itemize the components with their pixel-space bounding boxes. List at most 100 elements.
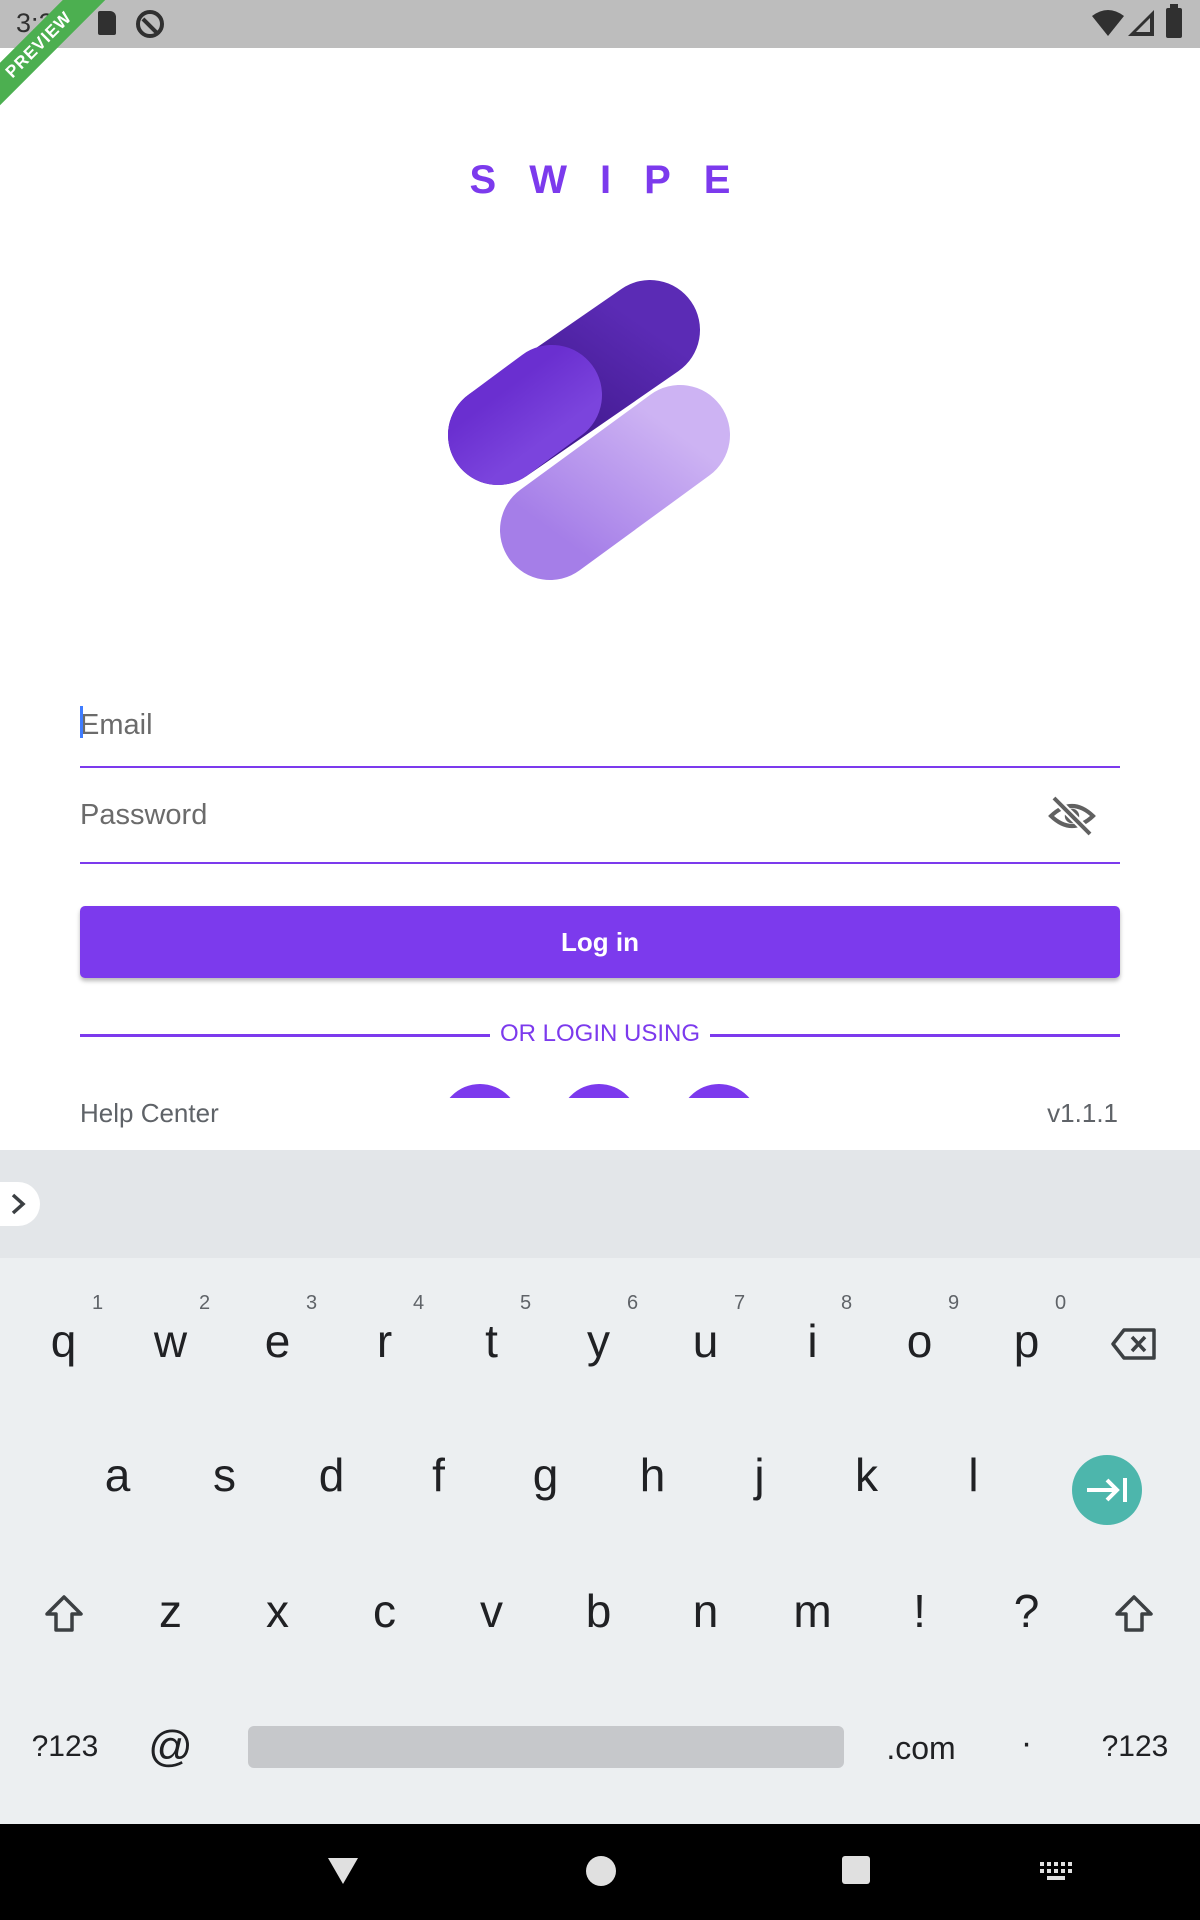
key-s[interactable]: s (171, 1418, 278, 1528)
email-field[interactable] (80, 690, 1120, 768)
home-icon[interactable] (586, 1856, 616, 1886)
key-label: e (264, 1315, 291, 1367)
key-label: k (855, 1449, 878, 1501)
symbols-key[interactable]: ?123 (1080, 1690, 1190, 1800)
key-at[interactable]: @ (117, 1690, 224, 1800)
key-m[interactable]: m (759, 1554, 866, 1664)
or-login-using-label: OR LOGIN USING (499, 1020, 701, 1047)
password-input[interactable] (80, 790, 1040, 840)
key-v[interactable]: v (438, 1554, 545, 1664)
key-f[interactable]: f (385, 1418, 492, 1528)
battery-icon (1166, 4, 1182, 38)
social-login-button[interactable] (440, 1084, 520, 1098)
key-label: f (432, 1449, 445, 1501)
key-label: t (485, 1315, 498, 1367)
shift-right-key[interactable] (1080, 1554, 1187, 1664)
key-label: u (692, 1315, 719, 1367)
keyboard-suggestion-strip (0, 1150, 1200, 1258)
email-input[interactable] (80, 700, 1040, 750)
key-hint: 8 (841, 1292, 853, 1314)
key-label: h (639, 1449, 666, 1501)
key-hint: 5 (520, 1292, 532, 1314)
social-login-row (400, 1080, 820, 1098)
key-label: s (213, 1449, 236, 1501)
key-label: ! (913, 1585, 926, 1637)
sd-card-icon (98, 11, 116, 35)
key-j[interactable]: j (706, 1418, 813, 1528)
key-k[interactable]: k (813, 1418, 920, 1528)
key-z[interactable]: z (117, 1554, 224, 1664)
key-label: i (807, 1315, 818, 1367)
key-g[interactable]: g (492, 1418, 599, 1528)
eye-off-icon[interactable] (1048, 792, 1096, 840)
backspace-icon (1111, 1328, 1156, 1360)
keyboard-switch-icon[interactable] (1040, 1862, 1074, 1882)
key-label: ?123 (1101, 1730, 1169, 1763)
key-t[interactable]: 5t (438, 1284, 545, 1394)
tab-next-icon (1087, 1478, 1127, 1502)
backspace-key[interactable] (1080, 1284, 1187, 1394)
social-login-button[interactable] (679, 1084, 759, 1098)
swipe-logo-icon (448, 280, 730, 580)
key-hint: 9 (948, 1292, 960, 1314)
social-login-button[interactable] (559, 1084, 639, 1098)
divider-left (80, 1034, 490, 1037)
key-c[interactable]: c (331, 1554, 438, 1664)
key-i[interactable]: 8i (759, 1284, 866, 1394)
key-label: x (266, 1585, 289, 1637)
key-label: o (906, 1315, 933, 1367)
next-field-key[interactable] (1072, 1455, 1142, 1525)
key-x[interactable]: x (224, 1554, 331, 1664)
signal-icon (1128, 10, 1154, 36)
key-label: .com (886, 1730, 956, 1766)
password-field[interactable] (80, 780, 1120, 864)
key-hint: 2 (199, 1292, 211, 1314)
status-bar: 3:26 (0, 0, 1200, 48)
space-bar[interactable] (248, 1726, 844, 1768)
symbols-key[interactable]: ?123 (10, 1690, 120, 1800)
key-a[interactable]: a (64, 1418, 171, 1528)
key-w[interactable]: 2w (117, 1284, 224, 1394)
key-label: v (480, 1585, 503, 1637)
chevron-right-icon (11, 1193, 26, 1215)
login-button[interactable]: Log in (80, 906, 1120, 978)
key-hint: 0 (1055, 1292, 1067, 1314)
key-o[interactable]: 9o (866, 1284, 973, 1394)
key-hint: 3 (306, 1292, 318, 1314)
key-p[interactable]: 0p (973, 1284, 1080, 1394)
wifi-icon (1092, 10, 1124, 36)
key-label: @ (148, 1722, 193, 1771)
key-label: j (754, 1449, 765, 1501)
key-l[interactable]: l (920, 1418, 1027, 1528)
key-hint: 7 (734, 1292, 746, 1314)
key-q[interactable]: 1q (10, 1284, 117, 1394)
key-label: w (153, 1315, 188, 1367)
key-b[interactable]: b (545, 1554, 652, 1664)
dotcom-key[interactable]: .com (866, 1690, 976, 1800)
key-exclamation[interactable]: ! (866, 1554, 973, 1664)
recents-icon[interactable] (842, 1856, 870, 1884)
version-label: v1.1.1 (1047, 1098, 1118, 1128)
key-r[interactable]: 4r (331, 1284, 438, 1394)
key-e[interactable]: 3e (224, 1284, 331, 1394)
key-n[interactable]: n (652, 1554, 759, 1664)
key-label: m (793, 1585, 832, 1637)
help-center-link[interactable]: Help Center (80, 1098, 219, 1129)
key-question[interactable]: ? (973, 1554, 1080, 1664)
key-u[interactable]: 7u (652, 1284, 759, 1394)
key-label: y (587, 1315, 610, 1367)
key-label: a (104, 1449, 131, 1501)
key-label: ?123 (31, 1730, 99, 1763)
key-h[interactable]: h (599, 1418, 706, 1528)
back-icon[interactable] (326, 1856, 360, 1886)
key-label: d (318, 1449, 345, 1501)
key-label: n (692, 1585, 719, 1637)
shift-icon (45, 1595, 83, 1632)
key-label: ? (1013, 1585, 1040, 1637)
key-y[interactable]: 6y (545, 1284, 652, 1394)
shift-left-key[interactable] (10, 1554, 117, 1664)
key-label: b (585, 1585, 612, 1637)
period-key[interactable]: · (973, 1690, 1080, 1800)
text-cursor (80, 706, 83, 738)
key-d[interactable]: d (278, 1418, 385, 1528)
